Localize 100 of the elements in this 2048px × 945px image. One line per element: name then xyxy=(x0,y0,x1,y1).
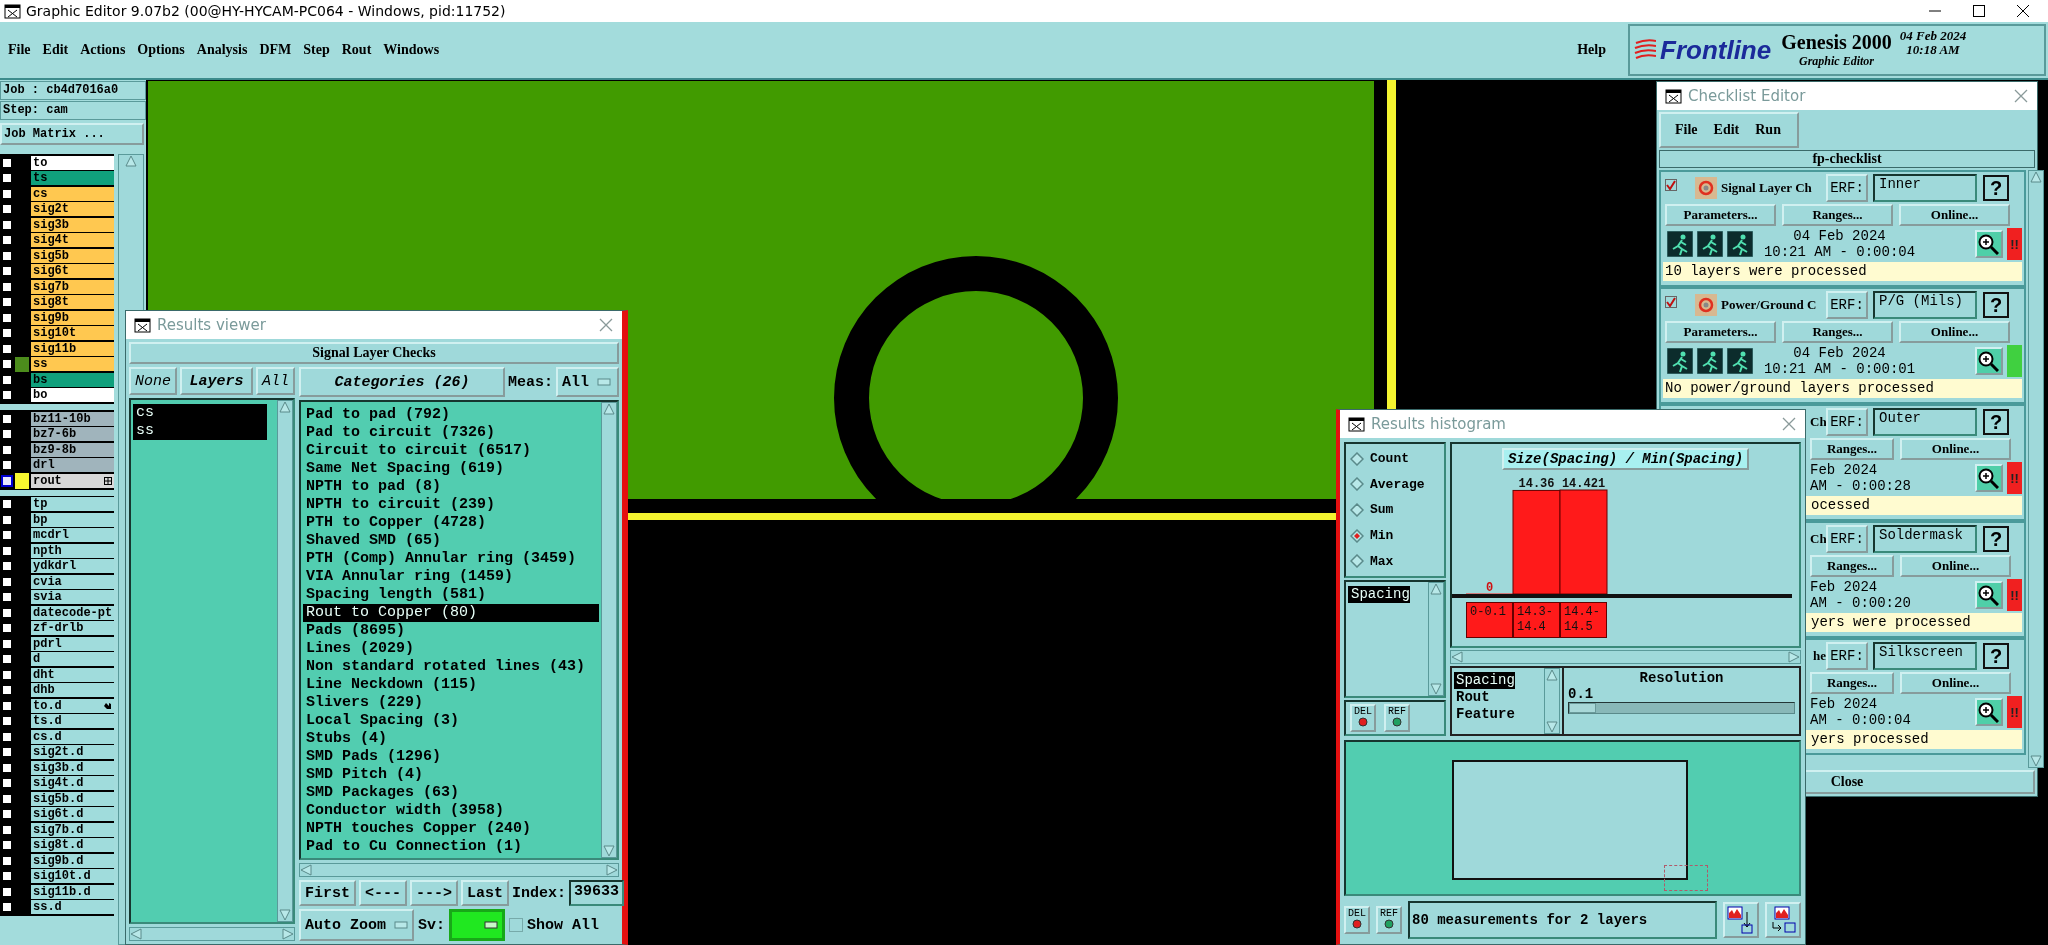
list-item[interactable]: Spacing xyxy=(1348,586,1410,603)
layer-checkbox[interactable] xyxy=(1,265,13,278)
layer-name[interactable]: sig3b xyxy=(31,217,115,232)
category-item[interactable]: Conductor width (3958) xyxy=(303,802,599,820)
layer-name[interactable]: ss.d xyxy=(31,900,115,915)
category-item[interactable]: PTH (Comp) Annular ring (3459) xyxy=(303,550,599,568)
menu-item[interactable]: File xyxy=(1669,120,1704,140)
erf-button[interactable]: ERF: xyxy=(1826,642,1868,670)
help-button[interactable]: ? xyxy=(1983,526,2009,552)
layer-name[interactable]: sig8t.d xyxy=(31,838,115,853)
category-item[interactable]: SMD Pitch (4) xyxy=(303,766,599,784)
layer-name[interactable]: ydkdrl xyxy=(31,559,115,574)
filter-button[interactable]: None xyxy=(129,367,177,395)
layer-name[interactable]: bz7-6b xyxy=(31,427,115,442)
layer-checkbox[interactable] xyxy=(1,637,13,650)
zoom-button[interactable] xyxy=(1975,347,2003,375)
list-item[interactable]: cs xyxy=(133,404,267,422)
category-item[interactable]: Slivers (229) xyxy=(303,694,599,712)
menu-item[interactable]: Windows xyxy=(377,40,446,60)
function-radio[interactable]: Max xyxy=(1350,553,1440,569)
layer-checkbox[interactable] xyxy=(1,280,13,293)
running-figure-icon[interactable] xyxy=(1727,348,1753,374)
layer-name[interactable]: ss xyxy=(31,357,115,372)
job-matrix-button[interactable]: Job Matrix ... xyxy=(0,123,144,145)
menu-item[interactable]: Rout xyxy=(335,40,378,60)
layer-checkbox[interactable] xyxy=(1,443,13,456)
entry-button[interactable]: Parameters... xyxy=(1665,204,1776,226)
erf-button[interactable]: ERF: xyxy=(1826,525,1868,553)
layer-checkbox[interactable] xyxy=(1,296,13,309)
layer-checkbox[interactable] xyxy=(1,699,13,712)
layer-name[interactable]: sig3b.d xyxy=(31,760,115,775)
nav-button[interactable]: Last xyxy=(461,880,510,906)
layer-name[interactable]: zf-drlb xyxy=(31,621,115,636)
layer-name[interactable]: dht xyxy=(31,667,115,682)
layer-name[interactable]: tp xyxy=(31,497,115,512)
categories-button[interactable]: Categories (26) xyxy=(299,367,505,397)
layer-checkbox[interactable] xyxy=(1,327,13,340)
layer-name[interactable]: bo xyxy=(31,388,115,403)
function-radio[interactable]: Sum xyxy=(1350,502,1440,518)
category-item[interactable]: NPTH to circuit (239) xyxy=(303,496,599,514)
category-item[interactable]: Pad to circuit (7326) xyxy=(303,424,599,442)
layer-name[interactable]: to.d xyxy=(31,698,115,713)
export-button[interactable] xyxy=(1723,902,1759,938)
layer-checkbox[interactable] xyxy=(1,777,13,790)
menu-item[interactable]: Edit xyxy=(1707,120,1746,140)
entry-button[interactable]: Online... xyxy=(1900,438,2011,460)
layer-name[interactable]: drl xyxy=(31,458,115,473)
entry-button[interactable]: Ranges... xyxy=(1810,438,1894,460)
layer-name[interactable]: bz9-8b xyxy=(31,442,115,457)
layer-checkbox[interactable] xyxy=(1,808,13,821)
layer-checkbox[interactable] xyxy=(1,591,13,604)
layer-name[interactable]: cvia xyxy=(31,574,115,589)
layer-name[interactable]: ts xyxy=(31,171,115,186)
layer-name[interactable]: ts.d xyxy=(31,714,115,729)
zoom-mode-dropdown[interactable]: Auto Zoom xyxy=(299,909,414,941)
layer-checkbox[interactable] xyxy=(1,373,13,386)
layer-checkbox[interactable] xyxy=(1,606,13,619)
layer-checkbox[interactable] xyxy=(1,746,13,759)
layer-name[interactable]: sig2t xyxy=(31,202,115,217)
menu-item[interactable]: Run xyxy=(1749,120,1787,140)
erf-field[interactable]: P/G (Mils) xyxy=(1873,291,1977,319)
menu-item[interactable]: Help xyxy=(1571,40,1612,60)
layer-checkbox[interactable] xyxy=(1,342,13,355)
layer-checkbox[interactable] xyxy=(1,218,13,231)
erf-field[interactable]: Soldermask xyxy=(1873,525,1977,553)
layer-checkbox[interactable] xyxy=(1,730,13,743)
running-figure-icon[interactable] xyxy=(1727,231,1753,257)
layer-checkbox[interactable] xyxy=(1,358,13,371)
layer-name[interactable]: bz11-10b xyxy=(31,411,115,426)
category-item[interactable]: Pad to Cu Connection (1) xyxy=(303,838,599,856)
entry-button[interactable]: Ranges... xyxy=(1810,555,1894,577)
layer-checkbox[interactable] xyxy=(1,513,13,526)
entry-button[interactable]: Online... xyxy=(1899,204,2010,226)
layer-checkbox[interactable] xyxy=(1,761,13,774)
layer-checkbox[interactable] xyxy=(1,498,13,511)
filter-button[interactable]: Layers xyxy=(180,367,253,395)
layer-checkbox[interactable] xyxy=(1,187,13,200)
check-checkbox[interactable] xyxy=(1665,296,1677,308)
layer-checkbox[interactable] xyxy=(1,529,13,542)
layer-checkbox[interactable] xyxy=(1,901,13,914)
delete-button[interactable]: DEL xyxy=(1350,704,1376,732)
menu-item[interactable]: Actions xyxy=(74,40,132,60)
layer-name[interactable]: sig5b xyxy=(31,248,115,263)
category-item[interactable]: Rout to Copper (80) xyxy=(303,604,599,622)
refresh-button[interactable]: REF xyxy=(1376,906,1402,934)
layer-checkbox[interactable] xyxy=(1,412,13,425)
layer-name[interactable]: sig11b.d xyxy=(31,884,115,899)
layer-checkbox[interactable] xyxy=(1,668,13,681)
category-item[interactable]: Stubs (4) xyxy=(303,730,599,748)
entry-button[interactable]: Ranges... xyxy=(1810,672,1894,694)
list-item[interactable]: ss xyxy=(133,422,267,440)
entry-button[interactable]: Parameters... xyxy=(1665,321,1776,343)
erf-field[interactable]: Outer xyxy=(1873,408,1977,436)
help-button[interactable]: ? xyxy=(1983,643,2009,669)
layer-name[interactable]: sig10t xyxy=(31,326,115,341)
erf-button[interactable]: ERF: xyxy=(1826,291,1868,319)
category-item[interactable]: NPTH touches Copper (240) xyxy=(303,820,599,838)
layer-name[interactable]: sig9b xyxy=(31,310,115,325)
erf-field[interactable]: Inner xyxy=(1873,174,1977,202)
running-figure-icon[interactable] xyxy=(1697,231,1723,257)
